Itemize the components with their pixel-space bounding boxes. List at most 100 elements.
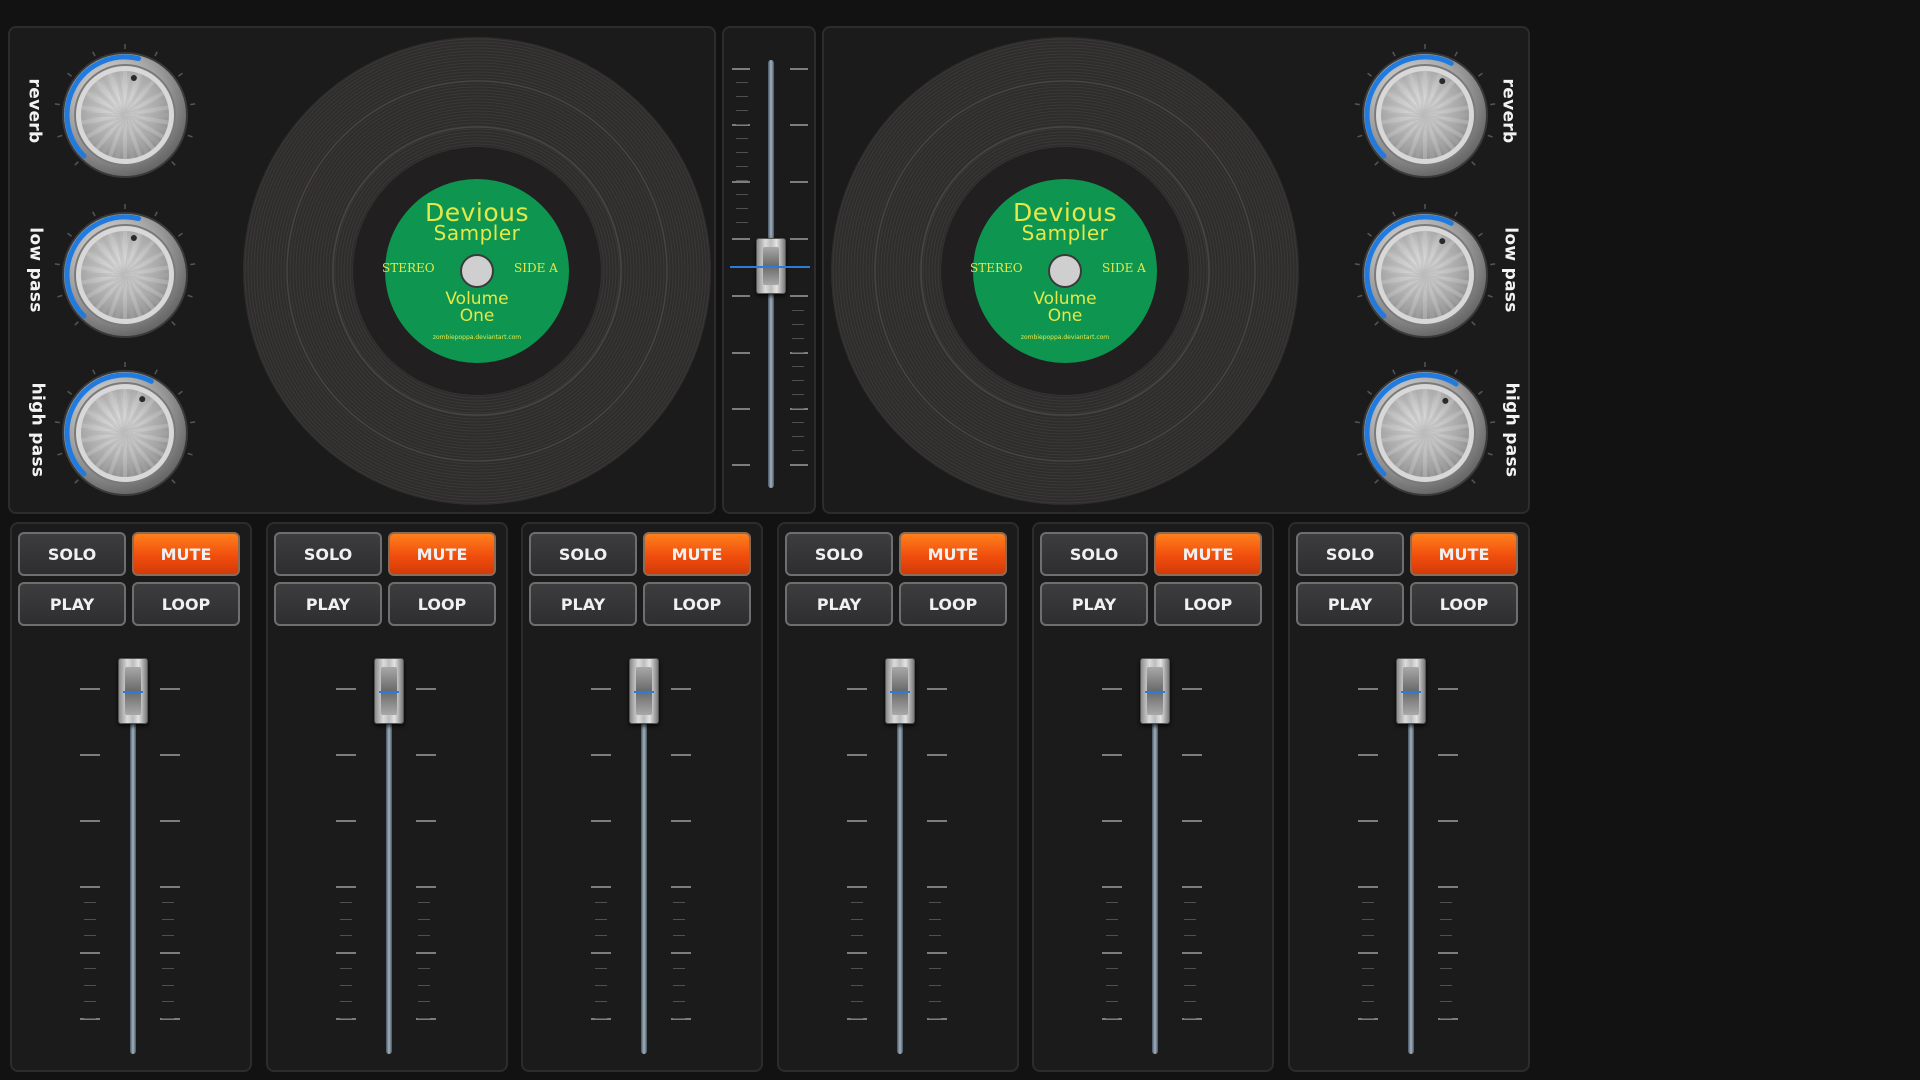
fader-minor-tick [1362, 902, 1374, 903]
vinyl-record-left[interactable]: Devious Sampler STEREO SIDE A Volume One… [242, 36, 712, 506]
solo-button[interactable]: SOLO [785, 532, 893, 576]
record-subtitle-left: Sampler [433, 221, 521, 245]
fader-tick [927, 820, 947, 822]
deck-right-panel: Devious Sampler STEREO SIDE A Volume One… [822, 26, 1530, 514]
fader-minor-tick [84, 1001, 96, 1002]
fader-tick [927, 886, 947, 888]
reverb-knob-right[interactable] [1350, 40, 1500, 190]
fader-tick [1102, 952, 1122, 954]
solo-button[interactable]: SOLO [529, 532, 637, 576]
fader-tick [1438, 886, 1458, 888]
record-volume-left: Volume One [242, 291, 712, 325]
crossfader-minor-tick [736, 138, 748, 139]
fader-minor-tick [595, 968, 607, 969]
play-button[interactable]: PLAY [529, 582, 637, 626]
play-button[interactable]: PLAY [274, 582, 382, 626]
loop-button[interactable]: LOOP [388, 582, 496, 626]
high-pass-knob-left[interactable] [50, 358, 200, 508]
mute-button[interactable]: MUTE [899, 532, 1007, 576]
play-button[interactable]: PLAY [1296, 582, 1404, 626]
fader-tick [80, 952, 100, 954]
play-button[interactable]: PLAY [785, 582, 893, 626]
vinyl-disc-left [243, 37, 711, 505]
reverb-knob-left[interactable] [50, 40, 200, 190]
deck-left-panel: reverb low pass high pass Devious Sample… [8, 26, 716, 514]
fader-tick [1438, 952, 1458, 954]
channel-fader-marker [379, 691, 399, 693]
fader-minor-tick [1106, 1001, 1118, 1002]
high-pass-knob-right[interactable] [1350, 358, 1500, 508]
crossfader-minor-tick [736, 166, 748, 167]
fader-tick [160, 886, 180, 888]
fader-minor-tick [340, 968, 352, 969]
fader-minor-tick [162, 1017, 174, 1019]
loop-button[interactable]: LOOP [1154, 582, 1262, 626]
fader-tick [671, 820, 691, 822]
fader-tick [671, 754, 691, 756]
channel-strip-2: SOLO MUTE PLAY LOOP [266, 522, 508, 1072]
fader-minor-tick [1184, 984, 1196, 986]
fader-minor-tick [595, 918, 607, 920]
channel-fader-handle[interactable] [118, 658, 148, 724]
vinyl-record-right[interactable]: Devious Sampler STEREO SIDE A Volume One… [830, 36, 1300, 506]
mute-button[interactable]: MUTE [643, 532, 751, 576]
fader-minor-tick [1106, 1017, 1118, 1019]
fader-minor-tick [929, 984, 941, 986]
fader-minor-tick [84, 1017, 96, 1019]
channel-fader-handle[interactable] [629, 658, 659, 724]
crossfader-minor-tick [792, 408, 804, 409]
crossfader-minor-tick [792, 310, 804, 311]
fader-minor-tick [1106, 984, 1118, 986]
fader-tick [927, 754, 947, 756]
fader-tick [416, 952, 436, 954]
solo-button[interactable]: SOLO [18, 532, 126, 576]
mute-button[interactable]: MUTE [132, 532, 240, 576]
loop-button[interactable]: LOOP [643, 582, 751, 626]
fader-minor-tick [418, 902, 430, 903]
solo-button[interactable]: SOLO [1296, 532, 1404, 576]
fader-minor-tick [851, 1017, 863, 1019]
fader-minor-tick [84, 968, 96, 969]
fader-minor-tick [1440, 984, 1452, 986]
fader-minor-tick [84, 935, 96, 936]
mute-button[interactable]: MUTE [1410, 532, 1518, 576]
fader-minor-tick [1440, 918, 1452, 920]
play-button[interactable]: PLAY [18, 582, 126, 626]
knob-graphic [1354, 44, 1496, 178]
channel-fader-handle[interactable] [374, 658, 404, 724]
fader-minor-tick [418, 1001, 430, 1002]
fader-minor-tick [340, 918, 352, 920]
low-pass-knob-left[interactable] [50, 200, 200, 350]
channel-fader-handle[interactable] [885, 658, 915, 724]
record-credit-left: zombiepoppa.deviantart.com [432, 334, 522, 341]
fader-tick [1102, 820, 1122, 822]
reverb-label-right: reverb [1498, 78, 1519, 144]
solo-button[interactable]: SOLO [1040, 532, 1148, 576]
loop-button[interactable]: LOOP [132, 582, 240, 626]
play-button[interactable]: PLAY [1040, 582, 1148, 626]
fader-minor-tick [673, 1001, 685, 1002]
mute-button[interactable]: MUTE [388, 532, 496, 576]
fader-minor-tick [851, 1001, 863, 1002]
knob-graphic [54, 204, 196, 338]
crossfader-tick [790, 238, 808, 240]
fader-tick [416, 820, 436, 822]
fader-minor-tick [595, 902, 607, 903]
mute-button[interactable]: MUTE [1154, 532, 1262, 576]
channel-strip-6: SOLO MUTE PLAY LOOP [1288, 522, 1530, 1072]
crossfader-minor-tick [736, 110, 748, 111]
fader-tick [1182, 886, 1202, 888]
knob-graphic [54, 44, 196, 178]
fader-tick [1358, 886, 1378, 888]
fader-tick [1438, 688, 1458, 690]
loop-button[interactable]: LOOP [899, 582, 1007, 626]
loop-button[interactable]: LOOP [1410, 582, 1518, 626]
solo-button[interactable]: SOLO [274, 532, 382, 576]
low-pass-knob-right[interactable] [1350, 200, 1500, 350]
fader-minor-tick [1106, 968, 1118, 969]
crossfader-tick [732, 68, 750, 70]
channel-fader-handle[interactable] [1140, 658, 1170, 724]
fader-minor-tick [851, 984, 863, 986]
fader-tick [591, 688, 611, 690]
channel-fader-handle[interactable] [1396, 658, 1426, 724]
